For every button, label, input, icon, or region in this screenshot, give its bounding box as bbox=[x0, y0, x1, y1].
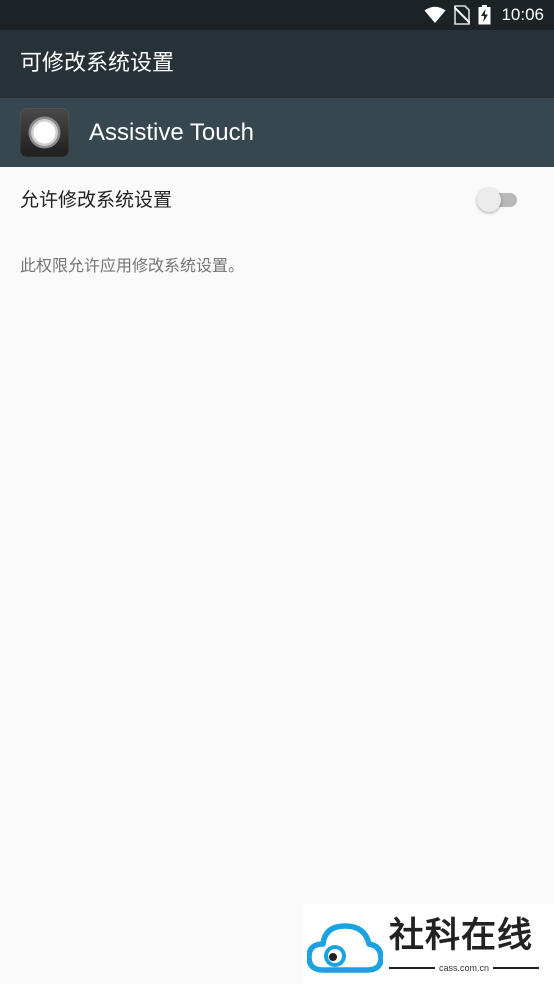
app-name: Assistive Touch bbox=[89, 119, 254, 146]
status-time: 10:06 bbox=[501, 5, 544, 24]
status-icons: 10:06 bbox=[424, 0, 544, 30]
cloud-eye-logo-icon bbox=[306, 916, 384, 980]
allow-modify-settings-toggle[interactable] bbox=[477, 188, 520, 212]
no-sim-icon bbox=[454, 5, 471, 25]
watermark-subtitle-row: cass.com.cn bbox=[389, 962, 540, 974]
divider bbox=[389, 967, 435, 969]
setting-description: 此权限允许应用修改系统设置。 bbox=[20, 256, 245, 275]
watermark-subtitle: cass.com.cn bbox=[439, 963, 490, 973]
toggle-thumb bbox=[477, 188, 501, 212]
app-header: Assistive Touch bbox=[0, 98, 554, 167]
divider bbox=[493, 967, 540, 969]
page-title: 可修改系统设置 bbox=[20, 51, 175, 76]
wifi-icon bbox=[424, 5, 446, 25]
allow-modify-settings-row[interactable]: 允许修改系统设置 bbox=[0, 167, 554, 233]
assistive-touch-app-icon bbox=[20, 108, 69, 157]
watermark-title: 社科在线 bbox=[389, 915, 534, 956]
battery-charging-icon bbox=[478, 5, 491, 25]
status-bar: 10:06 bbox=[0, 0, 554, 30]
watermark: 社科在线 cass.com.cn bbox=[303, 904, 554, 984]
toolbar: 可修改系统设置 bbox=[0, 30, 554, 98]
setting-label: 允许修改系统设置 bbox=[20, 189, 173, 211]
